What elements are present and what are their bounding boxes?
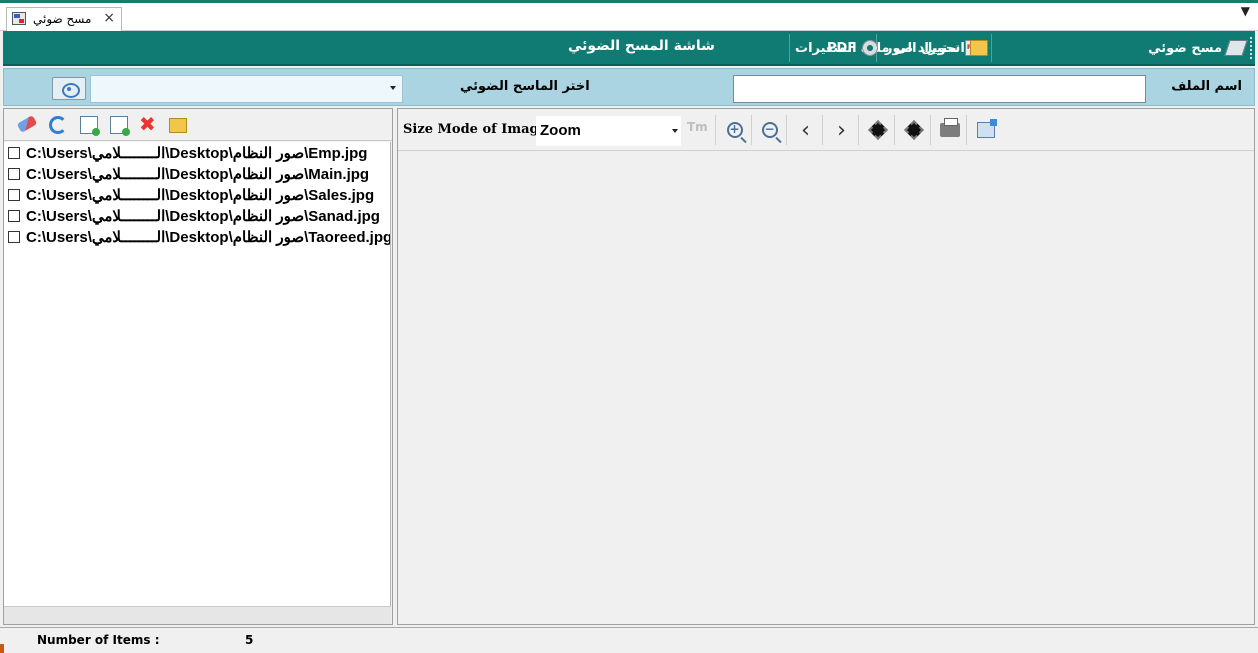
toolbar-separator [789,34,790,62]
folder-icon [969,40,988,56]
list-item[interactable]: C:\Users\الــــــــلامي\Desktop\صور النظ… [4,163,390,184]
size-mode-label: Size Mode of Image: [403,122,552,137]
eraser-icon[interactable] [16,115,38,133]
import-images-label: استيراد صور [885,40,965,56]
list-item[interactable]: C:\Users\الــــــــلامي\Desktop\صور النظ… [4,205,390,226]
zoom-out-icon: − [761,122,778,138]
main-toolbar: مسح ضوئي تحويل الى ملف PDF استيراد صور ا… [3,31,1255,66]
preview-eye-button[interactable] [52,77,86,100]
status-bar: Number of Items : 5 [0,627,1258,653]
previous-button[interactable]: ‹ [789,115,823,145]
rotate-left-icon [867,120,888,140]
print-button[interactable] [933,115,967,145]
chevron-right-icon: › [837,117,846,143]
items-count-label: Number of Items : [37,633,160,647]
file-path: C:\Users\الــــــــلامي\Desktop\صور النظ… [26,165,370,183]
item-checkbox[interactable] [8,230,20,243]
file-list-toolbar: ✖ [4,109,392,141]
refresh-icon[interactable] [49,116,67,134]
rotate-left-button[interactable] [861,115,895,145]
file-path: C:\Users\الــــــــلامي\Desktop\صور النظ… [26,186,375,204]
variables-label: المتغيرات [795,40,857,56]
toolbar-separator [715,115,716,145]
scanner-icon [1224,40,1248,56]
horizontal-scrollbar[interactable] [4,606,391,624]
list-item[interactable]: C:\Users\الــــــــلامي\Desktop\صور النظ… [4,142,390,163]
tm-button[interactable]: Tm [687,120,708,134]
printer-icon [939,118,960,137]
image-display-area[interactable] [398,152,1254,624]
file-path: C:\Users\الــــــــلامي\Desktop\صور النظ… [26,207,380,225]
document-tab[interactable]: مسح ضوئي × [6,7,122,31]
item-checkbox[interactable] [8,188,20,201]
zoom-in-button[interactable]: + [718,115,752,145]
viewer-toolbar: Size Mode of Image: Zoom Tm + − ‹ › [398,109,1254,151]
open-folder-icon[interactable] [169,118,187,133]
parameters-row: اسم الملف اختر الماسح الضوئي [3,68,1255,106]
export-image-button[interactable] [969,115,1003,145]
image-viewer-panel: Size Mode of Image: Zoom Tm + − ‹ › [397,108,1255,625]
zoom-out-button[interactable]: − [753,115,787,145]
size-mode-select[interactable]: Zoom [536,116,681,146]
list-item[interactable]: C:\Users\الــــــــلامي\Desktop\صور النظ… [4,184,390,205]
chevron-down-icon [672,129,678,133]
chevron-left-icon: ‹ [801,117,810,143]
export-image-icon [977,119,997,138]
document-tab-bar: مسح ضوئي × ▼ [0,3,1258,31]
rotate-right-button[interactable] [897,115,931,145]
gear-icon [861,40,878,56]
variables-button[interactable]: المتغيرات [795,34,878,62]
item-checkbox[interactable] [8,146,20,159]
rotate-right-icon [903,120,924,140]
filename-input[interactable] [733,75,1146,103]
scan-button-label: مسح ضوئي [1148,40,1222,56]
file-path: C:\Users\الــــــــلامي\Desktop\صور النظ… [26,228,391,246]
file-list-panel: ✖ C:\Users\الــــــــلامي\Desktop\صور ال… [3,108,393,625]
zoom-in-icon: + [726,122,743,138]
scan-button[interactable]: مسح ضوئي [1148,34,1248,62]
add-image-icon[interactable] [80,116,100,136]
file-list[interactable]: C:\Users\الــــــــلامي\Desktop\صور النظ… [4,142,391,606]
scanner-select[interactable] [90,75,403,103]
size-mode-value: Zoom [540,122,581,139]
form-icon [12,12,26,25]
next-button[interactable]: › [825,115,859,145]
item-checkbox[interactable] [8,167,20,180]
status-corner [0,644,4,653]
file-path: C:\Users\الــــــــلامي\Desktop\صور النظ… [26,144,368,162]
screen-title: شاشة المسح الضوئي [568,38,715,54]
close-icon[interactable]: × [103,10,115,26]
filename-label: اسم الملف [1171,79,1242,94]
tab-list-dropdown-icon[interactable]: ▼ [1241,5,1250,17]
chevron-down-icon [390,86,396,90]
add-page-icon[interactable] [110,116,130,136]
tab-title: مسح ضوئي [33,12,92,26]
import-images-button[interactable]: استيراد صور [885,34,988,62]
list-item[interactable]: C:\Users\الــــــــلامي\Desktop\صور النظ… [4,226,390,247]
item-checkbox[interactable] [8,209,20,222]
scanner-label: اختر الماسح الضوئي [460,79,590,94]
toolbar-separator [991,34,992,62]
delete-icon[interactable]: ✖ [139,114,157,134]
items-count-value: 5 [245,633,254,647]
toolbar-grip[interactable] [1250,37,1253,59]
